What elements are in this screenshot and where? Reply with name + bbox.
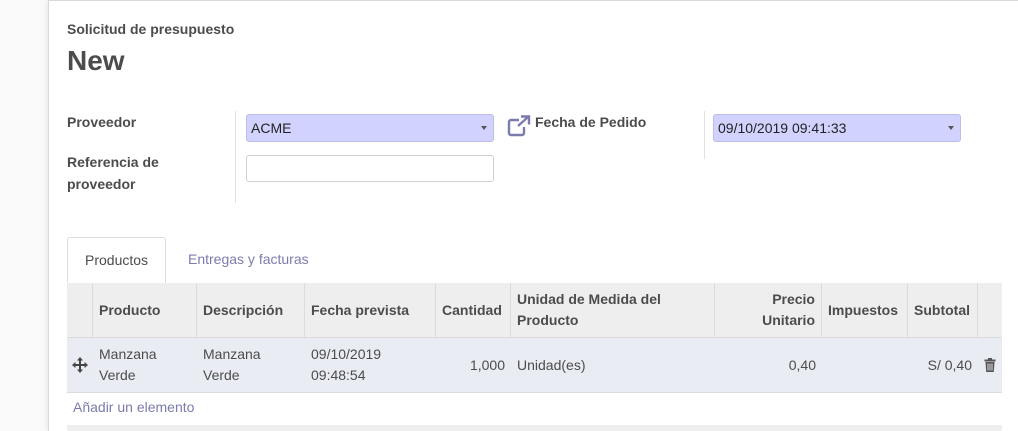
cell-description[interactable]: Manzana Verde	[197, 338, 305, 392]
tab-products[interactable]: Productos	[67, 237, 167, 283]
page-subtitle: Solicitud de presupuesto	[67, 21, 235, 37]
cell-subtotal: S/ 0,40	[927, 356, 972, 373]
cell-scheduled-date[interactable]: 09/10/2019 09:48:54	[305, 338, 436, 392]
cell-product[interactable]: Manzana Verde	[93, 338, 197, 392]
column-header-description[interactable]: Descripción	[197, 283, 305, 337]
cell-uom[interactable]: Unidad(es)	[511, 338, 715, 392]
drag-handle-icon[interactable]	[67, 338, 93, 392]
handle-column-header	[67, 283, 93, 337]
field-separator	[704, 111, 705, 159]
caret-down-icon[interactable]	[948, 126, 954, 130]
cell-quantity[interactable]: 1,000	[436, 338, 511, 392]
vendor-ref-label: Referencia de proveedor	[67, 154, 159, 192]
column-header-scheduled-date[interactable]: Fecha prevista	[305, 283, 436, 337]
table-header: Producto Descripción Fecha prevista Cant…	[67, 283, 1002, 338]
column-header-taxes[interactable]: Impuestos	[822, 283, 908, 337]
table-row[interactable]: Manzana Verde Manzana Verde 09/10/2019 0…	[67, 338, 1002, 393]
tab-deliveries-invoices[interactable]: Entregas y facturas	[171, 237, 326, 282]
vendor-label: Proveedor	[67, 114, 137, 130]
order-date-input[interactable]: 09/10/2019 09:41:33	[713, 114, 961, 142]
trash-icon[interactable]	[978, 338, 1002, 392]
form-sheet: Solicitud de presupuesto New Proveedor R…	[48, 0, 1018, 431]
order-date-label: Fecha de Pedido	[535, 114, 647, 130]
field-separator	[235, 111, 236, 203]
notebook-tabs: Productos Entregas y facturas	[67, 237, 1002, 284]
column-header-product[interactable]: Producto	[93, 283, 197, 337]
cell-unit-price[interactable]: 0,40	[715, 338, 822, 392]
column-header-quantity[interactable]: Cantidad	[436, 283, 511, 337]
column-header-unit-price[interactable]: Precio Unitario	[715, 283, 822, 337]
page-title: New	[67, 45, 125, 76]
order-date-value: 09/10/2019 09:41:33	[718, 120, 847, 136]
vendor-ref-input[interactable]	[246, 155, 494, 182]
table-footer	[67, 425, 1002, 431]
column-header-uom[interactable]: Unidad de Medida del Producto	[511, 283, 715, 337]
vendor-select[interactable]: ACME	[246, 114, 494, 142]
caret-down-icon[interactable]	[481, 126, 487, 130]
external-link-icon[interactable]	[507, 115, 531, 137]
column-header-subtotal[interactable]: Subtotal	[908, 283, 978, 337]
vendor-select-value: ACME	[251, 120, 292, 136]
add-line-link[interactable]: Añadir un elemento	[73, 399, 194, 415]
cell-taxes[interactable]	[822, 338, 908, 392]
